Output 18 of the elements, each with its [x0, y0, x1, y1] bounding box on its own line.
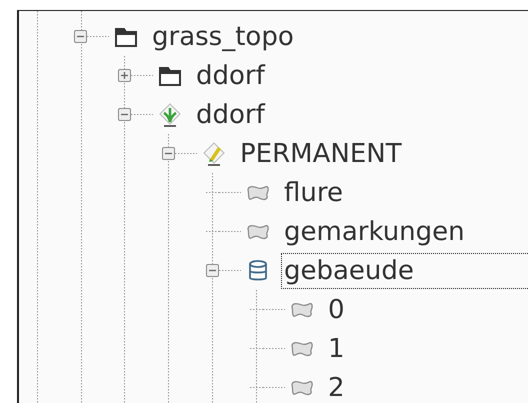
grass-icon: [157, 102, 183, 128]
tree-item[interactable]: 2: [325, 370, 347, 403]
collapse-button[interactable]: [74, 30, 87, 43]
tree-item[interactable]: grass_topo: [149, 18, 296, 54]
map-pencil-icon: [201, 140, 227, 166]
tree-item[interactable]: 0: [325, 292, 347, 328]
collapse-button[interactable]: [162, 147, 175, 160]
tree-item[interactable]: gemarkungen: [281, 214, 467, 250]
tree-item[interactable]: gebaeude: [281, 252, 528, 288]
tree-item[interactable]: ddorf: [193, 96, 267, 132]
tree-item[interactable]: flure: [281, 174, 345, 210]
tree-item[interactable]: PERMANENT: [237, 136, 404, 172]
collapse-button[interactable]: [206, 264, 219, 277]
expand-button[interactable]: [118, 69, 131, 82]
tree-item[interactable]: 1: [325, 330, 347, 366]
collapse-button[interactable]: [118, 108, 131, 121]
plus-icon: [120, 71, 129, 80]
tree-item[interactable]: ddorf: [193, 58, 267, 94]
